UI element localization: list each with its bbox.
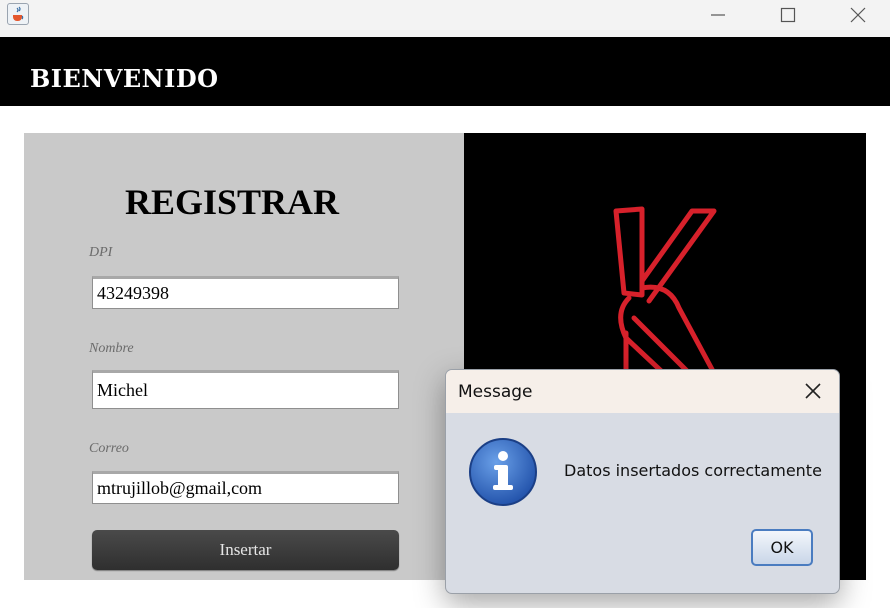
nombre-label: Nombre: [89, 341, 134, 356]
nombre-field[interactable]: Michel: [92, 370, 399, 409]
form-title: REGISTRAR: [124, 182, 340, 222]
ok-button[interactable]: OK: [751, 529, 813, 566]
window-titlebar: [0, 0, 890, 37]
dialog-title: Message: [458, 382, 533, 402]
maximize-button[interactable]: [753, 0, 823, 30]
insert-button[interactable]: Insertar: [92, 530, 399, 570]
dpi-label: DPI: [89, 245, 113, 260]
correo-field[interactable]: mtrujillob@gmail,com: [92, 471, 399, 504]
close-icon: [805, 383, 821, 399]
close-window-button[interactable]: [823, 0, 890, 30]
dpi-field[interactable]: 43249398: [92, 276, 399, 309]
close-icon: [850, 7, 866, 23]
java-cup-icon[interactable]: [7, 3, 29, 25]
dialog-message: Datos insertados correctamente: [564, 461, 822, 480]
maximize-icon: [780, 7, 796, 23]
register-form-panel: REGISTRAR DPI 43249398 Nombre Michel Cor…: [24, 133, 464, 580]
minimize-icon: [711, 14, 725, 16]
message-dialog: Message Datos insertados correctamente O…: [445, 369, 840, 594]
dialog-close-button[interactable]: [798, 377, 828, 407]
dialog-titlebar: Message: [446, 370, 839, 413]
minimize-button[interactable]: [683, 0, 753, 30]
header-title: BIENVENIDO: [30, 64, 219, 93]
correo-label: Correo: [89, 441, 129, 456]
info-icon: [469, 438, 537, 506]
header-banner: BIENVENIDO: [0, 37, 890, 106]
